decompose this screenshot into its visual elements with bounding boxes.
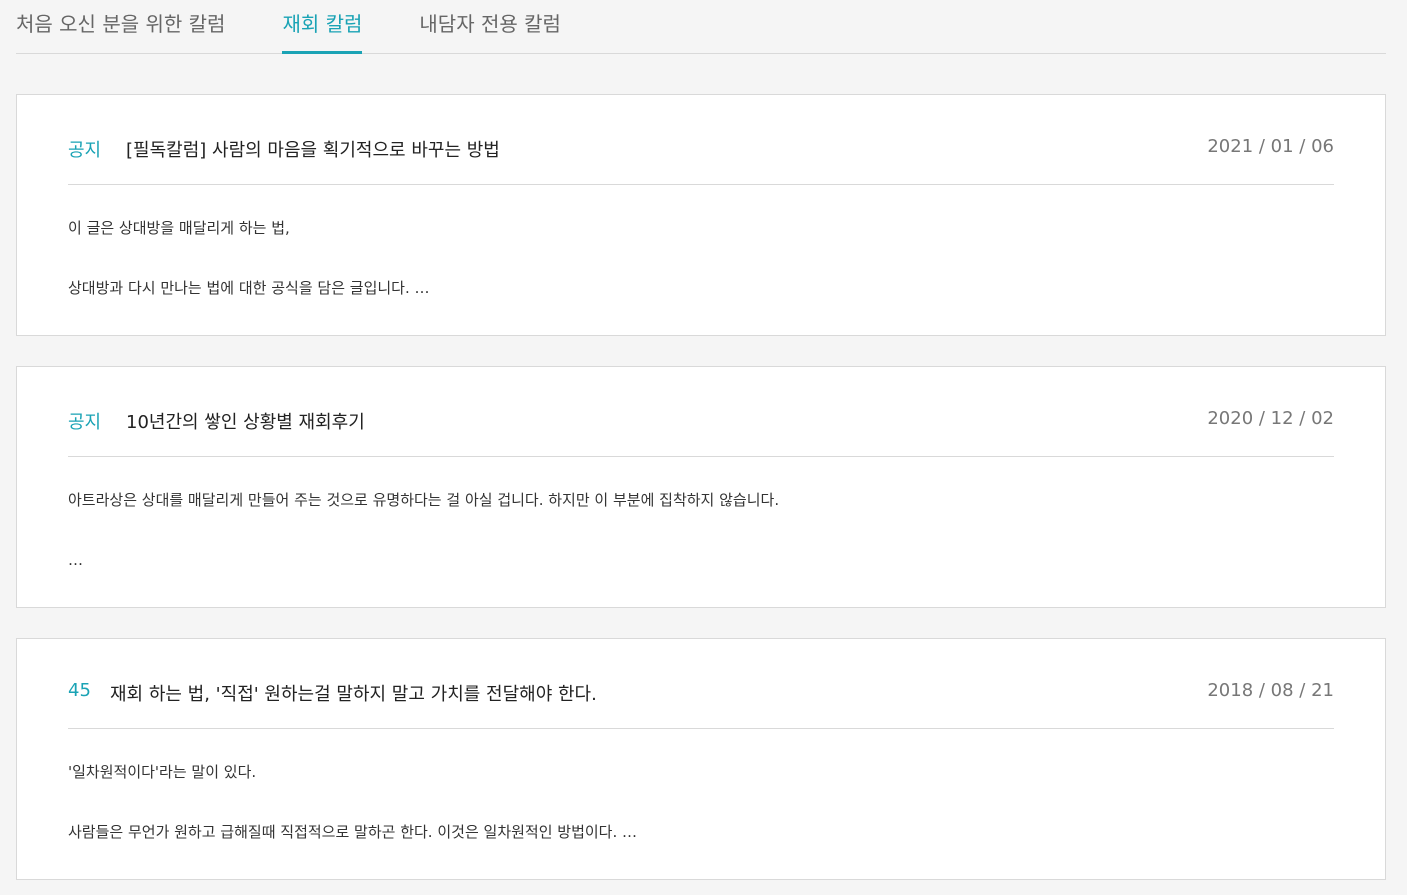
excerpt-line: 이 글은 상대방을 매달리게 하는 법, bbox=[68, 219, 290, 237]
excerpt-line: 사람들은 무언가 원하고 급해질때 직접적으로 말하곤 한다. 이것은 일차원적… bbox=[68, 823, 638, 841]
post-title[interactable]: 재회 하는 법, '직접' 원하는걸 말하지 말고 가치를 전달해야 한다. bbox=[110, 679, 597, 706]
post-date: 2021 / 01 / 06 bbox=[1207, 136, 1334, 157]
page: 처음 오신 분을 위한 칼럼 재회 칼럼 내담자 전용 칼럼 공지 [필독칼럼]… bbox=[0, 0, 1407, 895]
post-card[interactable]: 45 재회 하는 법, '직접' 원하는걸 말하지 말고 가치를 전달해야 한다… bbox=[16, 638, 1386, 880]
post-number: 45 bbox=[68, 680, 91, 701]
post-date: 2018 / 08 / 21 bbox=[1207, 680, 1334, 701]
tab-first-visitor-column[interactable]: 처음 오신 분을 위한 칼럼 bbox=[16, 0, 225, 44]
excerpt-line: 상대방과 다시 만나는 법에 대한 공식을 담은 글입니다. … bbox=[68, 279, 430, 297]
notice-badge: 공지 bbox=[68, 412, 102, 433]
column-tabs: 처음 오신 분을 위한 칼럼 재회 칼럼 내담자 전용 칼럼 bbox=[16, 0, 1386, 54]
notice-badge: 공지 bbox=[68, 140, 102, 161]
tab-client-only-column[interactable]: 내담자 전용 칼럼 bbox=[419, 0, 561, 44]
excerpt-line: 아트라상은 상대를 매달리게 만들어 주는 것으로 유명하다는 걸 아실 겁니다… bbox=[68, 491, 780, 509]
post-header: 45 재회 하는 법, '직접' 원하는걸 말하지 말고 가치를 전달해야 한다… bbox=[68, 679, 1334, 729]
post-title[interactable]: 10년간의 쌓인 상황별 재회후기 bbox=[126, 407, 365, 434]
post-date: 2020 / 12 / 02 bbox=[1207, 408, 1334, 429]
post-card[interactable]: 공지 10년간의 쌓인 상황별 재회후기 2020 / 12 / 02 아트라상… bbox=[16, 366, 1386, 608]
post-excerpt: 이 글은 상대방을 매달리게 하는 법, 상대방과 다시 만나는 법에 대한 공… bbox=[68, 218, 1334, 338]
post-header: 공지 [필독칼럼] 사람의 마음을 획기적으로 바꾸는 방법 2021 / 01… bbox=[68, 135, 1334, 185]
excerpt-line: … bbox=[68, 551, 83, 569]
post-card[interactable]: 공지 [필독칼럼] 사람의 마음을 획기적으로 바꾸는 방법 2021 / 01… bbox=[16, 94, 1386, 336]
tab-reunion-column[interactable]: 재회 칼럼 bbox=[282, 0, 363, 54]
post-excerpt: '일차원적이다'라는 말이 있다. 사람들은 무언가 원하고 급해질때 직접적으… bbox=[68, 762, 1334, 882]
post-excerpt: 아트라상은 상대를 매달리게 만들어 주는 것으로 유명하다는 걸 아실 겁니다… bbox=[68, 490, 1334, 610]
post-title[interactable]: [필독칼럼] 사람의 마음을 획기적으로 바꾸는 방법 bbox=[126, 135, 500, 162]
post-header: 공지 10년간의 쌓인 상황별 재회후기 2020 / 12 / 02 bbox=[68, 407, 1334, 457]
excerpt-line: '일차원적이다'라는 말이 있다. bbox=[68, 763, 257, 781]
